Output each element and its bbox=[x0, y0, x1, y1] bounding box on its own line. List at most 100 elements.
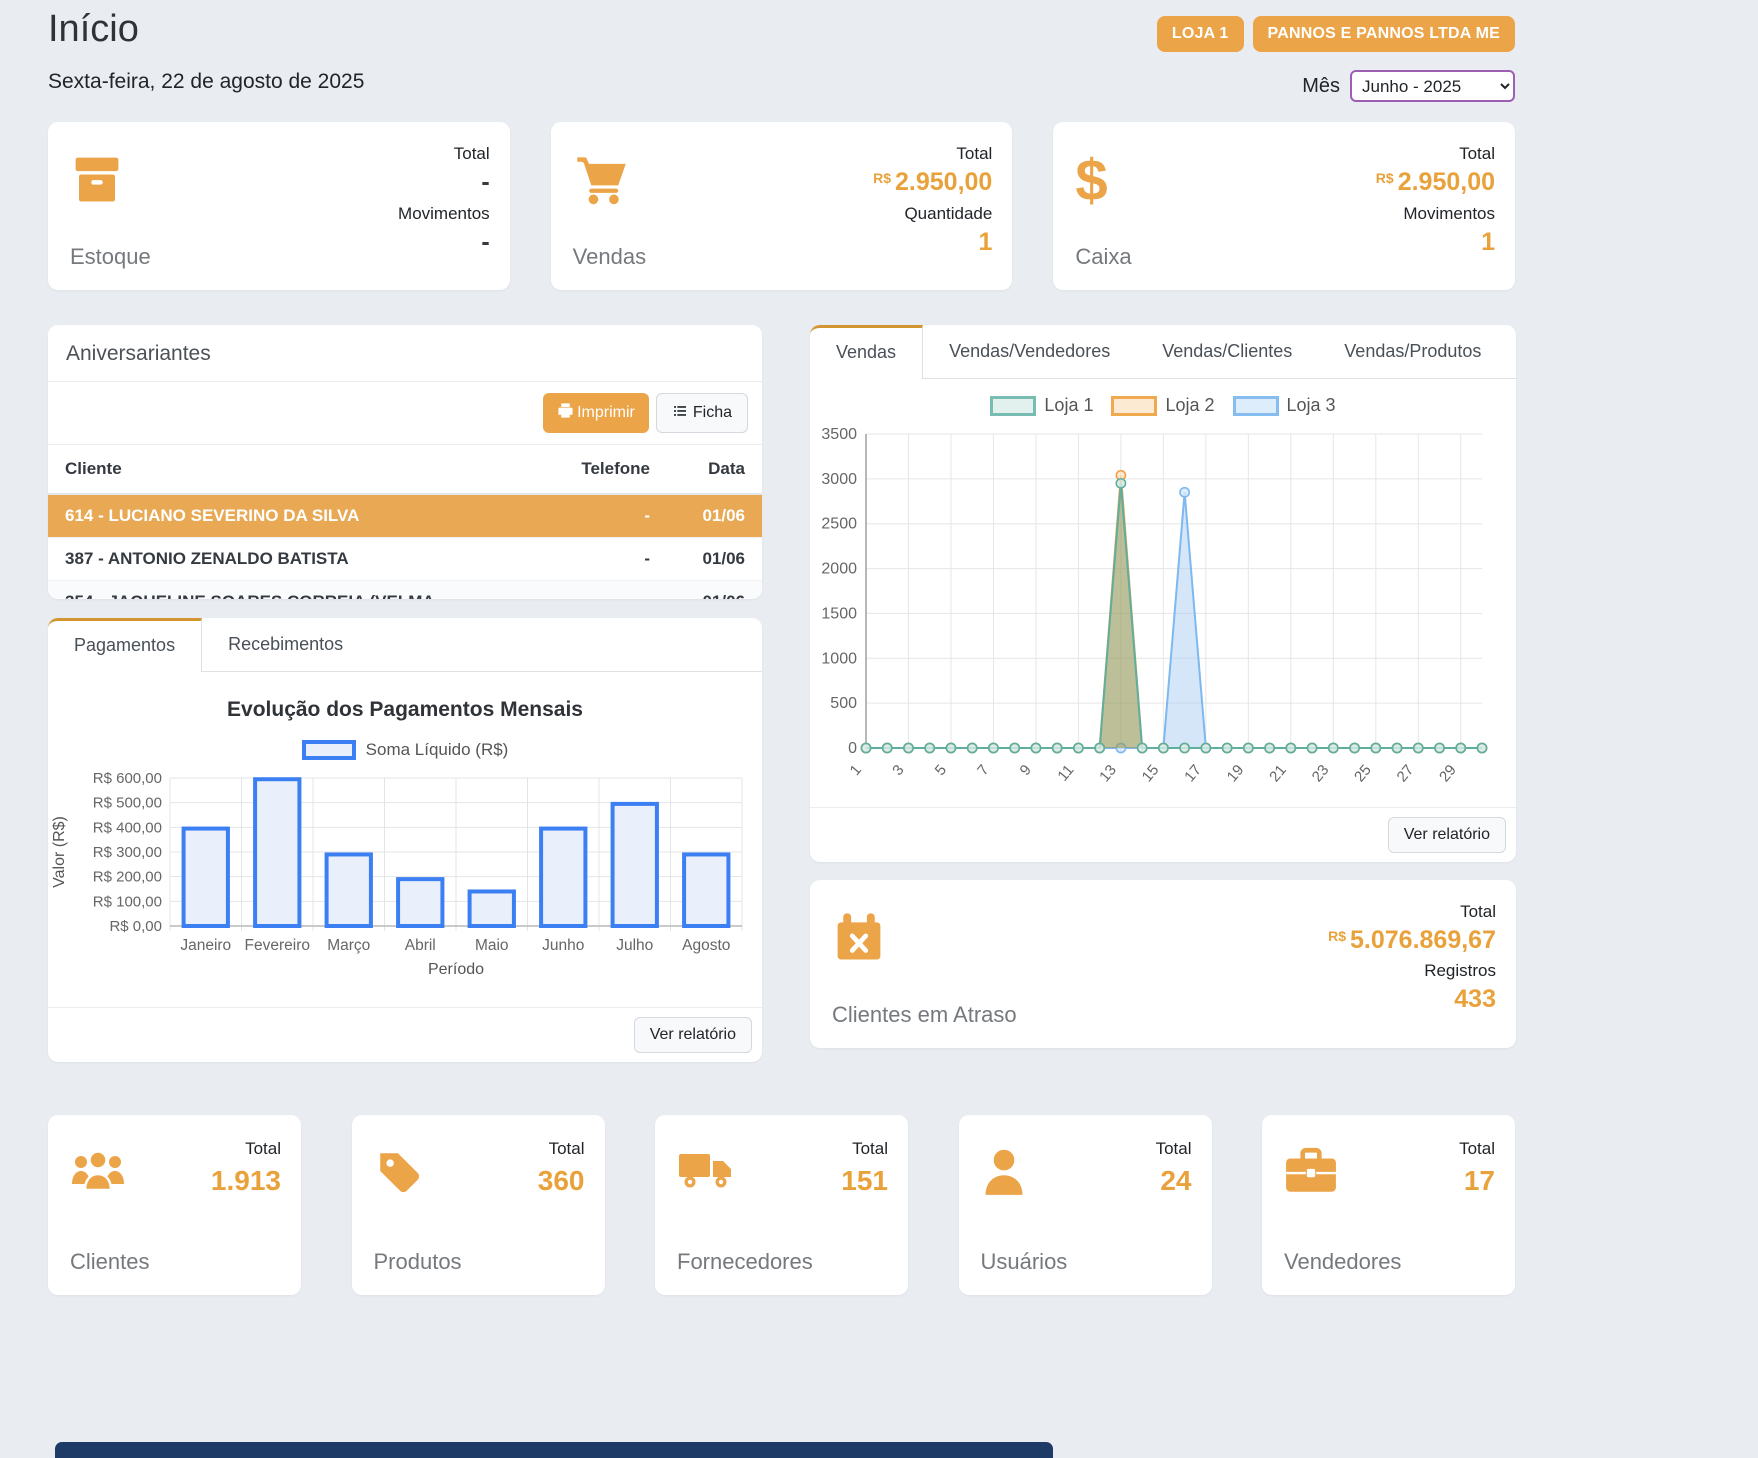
aniversariantes-title: Aniversariantes bbox=[48, 325, 762, 382]
atraso-registros-label: Registros bbox=[1328, 961, 1496, 981]
vendas-chart-panel: Vendas Vendas/Vendedores Vendas/Clientes… bbox=[810, 325, 1516, 862]
archive-box-icon bbox=[70, 152, 124, 211]
legend-swatch-loja1 bbox=[990, 396, 1036, 416]
store-button-loja1[interactable]: LOJA 1 bbox=[1157, 16, 1244, 52]
currency-prefix: R$ bbox=[1328, 928, 1346, 944]
svg-text:Julho: Julho bbox=[616, 937, 653, 954]
legend-swatch-loja2 bbox=[1111, 396, 1157, 416]
col-header-telefone: Telefone bbox=[547, 445, 667, 495]
stats-row: Estoque Total - Movimentos - Vendas Tota… bbox=[48, 122, 1515, 290]
bar-chart-title: Evolução dos Pagamentos Mensais bbox=[48, 698, 762, 722]
month-select[interactable]: Junho - 2025 bbox=[1350, 70, 1515, 102]
clientes-total-value: 1.913 bbox=[211, 1165, 281, 1197]
svg-text:3000: 3000 bbox=[821, 471, 857, 488]
svg-text:7: 7 bbox=[974, 762, 992, 779]
svg-text:0: 0 bbox=[848, 740, 857, 757]
table-row[interactable]: 614 - LUCIANO SEVERINO DA SILVA - 01/06 bbox=[48, 494, 762, 538]
ver-relatorio-vendas-button[interactable]: Ver relatório bbox=[1388, 817, 1506, 853]
shopping-cart-icon bbox=[573, 152, 629, 213]
svg-text:5: 5 bbox=[932, 762, 950, 779]
svg-text:11: 11 bbox=[1054, 762, 1077, 785]
bottom-cards-row: Total 1.913 Clientes Total 360 Produtos … bbox=[48, 1115, 1515, 1295]
svg-text:25: 25 bbox=[1351, 762, 1375, 786]
store-button-company[interactable]: PANNOS E PANNOS LTDA ME bbox=[1253, 16, 1515, 52]
tab-vendas-clientes[interactable]: Vendas/Clientes bbox=[1136, 325, 1318, 378]
svg-text:2500: 2500 bbox=[821, 516, 857, 533]
svg-text:R$ 500,00: R$ 500,00 bbox=[93, 795, 162, 812]
calendar-x-icon bbox=[832, 910, 886, 969]
fornecedores-total-label: Total bbox=[852, 1139, 888, 1159]
estoque-movimentos-label: Movimentos bbox=[398, 204, 490, 224]
caixa-movimentos-value: 1 bbox=[1376, 228, 1495, 257]
svg-text:19: 19 bbox=[1224, 762, 1248, 786]
ver-relatorio-pagamentos-button[interactable]: Ver relatório bbox=[634, 1017, 752, 1053]
produtos-total-value: 360 bbox=[538, 1165, 585, 1197]
card-clientes: Total 1.913 Clientes bbox=[48, 1115, 301, 1295]
tab-vendas-vendedores[interactable]: Vendas/Vendedores bbox=[923, 325, 1136, 378]
svg-text:9: 9 bbox=[1017, 762, 1035, 779]
svg-text:2000: 2000 bbox=[821, 561, 857, 578]
svg-text:R$ 400,00: R$ 400,00 bbox=[93, 819, 162, 836]
fornecedores-card-title: Fornecedores bbox=[677, 1249, 813, 1275]
svg-text:R$ 0,00: R$ 0,00 bbox=[109, 918, 162, 935]
stat-label-estoque: Estoque bbox=[70, 244, 151, 270]
vendas-total-label: Total bbox=[873, 144, 992, 164]
vendedores-card-title: Vendedores bbox=[1284, 1249, 1401, 1275]
col-header-data: Data bbox=[667, 445, 762, 495]
stat-card-caixa: $ Caixa Total R$2.950,00 Movimentos 1 bbox=[1053, 122, 1515, 290]
list-icon bbox=[672, 403, 688, 424]
atraso-total-label: Total bbox=[1328, 902, 1496, 922]
tab-vendas[interactable]: Vendas bbox=[810, 325, 923, 379]
imprimir-button[interactable]: Imprimir bbox=[543, 393, 649, 433]
tag-icon bbox=[374, 1147, 424, 1202]
caixa-total-label: Total bbox=[1376, 144, 1495, 164]
svg-text:13: 13 bbox=[1096, 762, 1120, 786]
table-row[interactable]: 354 - JAQUELINE SOARES CORREIA (VELMA...… bbox=[48, 581, 762, 600]
month-label: Mês bbox=[1302, 75, 1340, 98]
vendedores-total-value: 17 bbox=[1464, 1165, 1495, 1197]
svg-text:Junho: Junho bbox=[542, 937, 584, 954]
legend-swatch-soma-liquido bbox=[302, 740, 356, 760]
stat-card-estoque: Estoque Total - Movimentos - bbox=[48, 122, 510, 290]
card-vendedores: Total 17 Vendedores bbox=[1262, 1115, 1515, 1295]
vendas-total-value: R$2.950,00 bbox=[873, 168, 992, 197]
pagamentos-tabs: Pagamentos Recebimentos bbox=[48, 618, 762, 672]
stat-card-vendas: Vendas Total R$2.950,00 Quantidade 1 bbox=[551, 122, 1013, 290]
stat-label-caixa: Caixa bbox=[1075, 244, 1131, 270]
svg-text:23: 23 bbox=[1309, 762, 1333, 786]
vendedores-total-label: Total bbox=[1459, 1139, 1495, 1159]
legend-swatch-loja3 bbox=[1233, 396, 1279, 416]
svg-text:27: 27 bbox=[1394, 762, 1418, 786]
tab-recebimentos[interactable]: Recebimentos bbox=[202, 618, 369, 671]
estoque-total-value: - bbox=[398, 168, 490, 197]
svg-text:17: 17 bbox=[1181, 762, 1205, 786]
estoque-total-label: Total bbox=[398, 144, 490, 164]
ficha-button[interactable]: Ficha bbox=[656, 393, 748, 433]
table-row[interactable]: 387 - ANTONIO ZENALDO BATISTA - 01/06 bbox=[48, 538, 762, 581]
fornecedores-total-value: 151 bbox=[841, 1165, 888, 1197]
svg-text:1000: 1000 bbox=[821, 650, 857, 667]
page-date: Sexta-feira, 22 de agosto de 2025 bbox=[48, 70, 364, 94]
svg-text:R$ 200,00: R$ 200,00 bbox=[93, 869, 162, 886]
col-header-cliente: Cliente bbox=[48, 445, 547, 495]
currency-prefix: R$ bbox=[873, 170, 891, 186]
tab-vendas-produtos[interactable]: Vendas/Produtos bbox=[1318, 325, 1507, 378]
svg-text:R$ 100,00: R$ 100,00 bbox=[93, 893, 162, 910]
bar-chart-legend: Soma Líquido (R$) bbox=[48, 740, 762, 760]
svg-text:29: 29 bbox=[1436, 762, 1460, 786]
svg-text:R$ 300,00: R$ 300,00 bbox=[93, 844, 162, 861]
footer-bar bbox=[55, 1442, 1053, 1458]
printer-icon bbox=[557, 402, 574, 424]
vendas-tabs: Vendas Vendas/Vendedores Vendas/Clientes… bbox=[810, 325, 1516, 379]
svg-text:Janeiro: Janeiro bbox=[180, 937, 231, 954]
page-title: Início bbox=[48, 8, 139, 51]
svg-text:Fevereiro: Fevereiro bbox=[245, 937, 310, 954]
tab-pagamentos[interactable]: Pagamentos bbox=[48, 618, 202, 672]
pagamentos-bar-chart: R$ 0,00 R$ 100,00 R$ 200,00 R$ 300,00 R$ 400… bbox=[48, 770, 762, 987]
card-fornecedores: Total 151 Fornecedores bbox=[655, 1115, 908, 1295]
user-icon bbox=[981, 1147, 1027, 1202]
line-chart-legend: Loja 1 Loja 2 Loja 3 bbox=[810, 395, 1516, 416]
people-group-icon bbox=[70, 1147, 126, 1200]
pagamentos-panel: Pagamentos Recebimentos Evolução dos Pag… bbox=[48, 618, 762, 1062]
vendas-line-chart: 0500100015002000250030003500135791113151… bbox=[810, 420, 1516, 803]
